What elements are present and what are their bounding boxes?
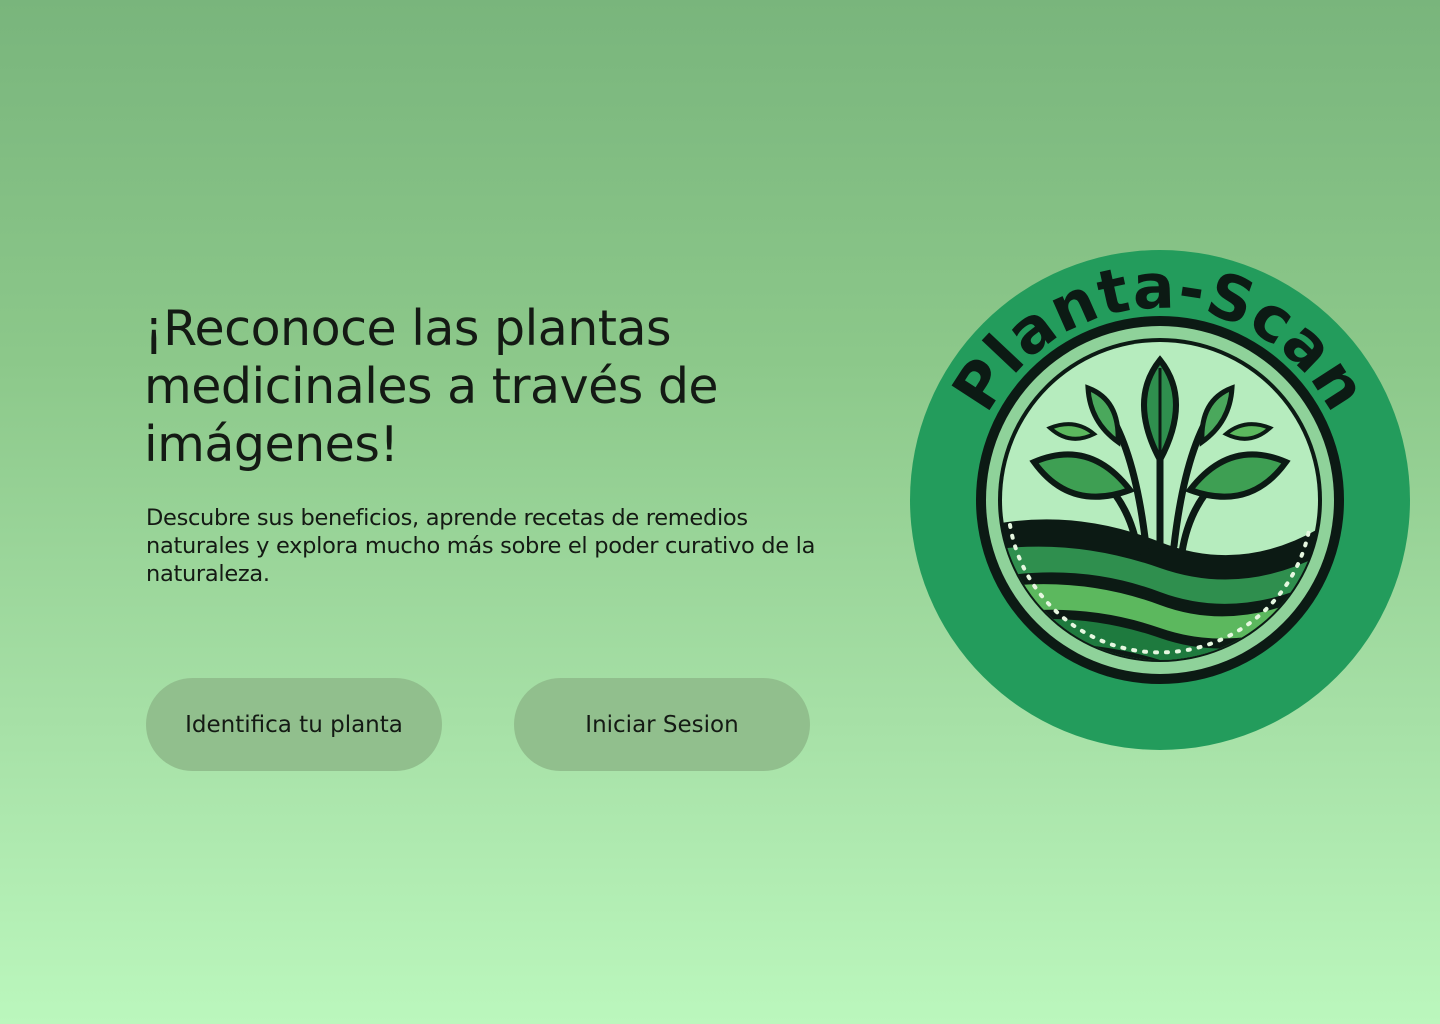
- sprout-logo-icon: Planta-Scan: [910, 250, 1410, 750]
- hero-description: Descubre sus beneficios, aprende recetas…: [146, 505, 816, 587]
- hero-section: ¡Reconoce las plantas medicinales a trav…: [144, 300, 864, 587]
- login-button[interactable]: Iniciar Sesion: [514, 678, 810, 771]
- planta-scan-logo: Planta-Scan: [910, 250, 1410, 750]
- hero-title: ¡Reconoce las plantas medicinales a trav…: [144, 300, 719, 473]
- identify-plant-button[interactable]: Identifica tu planta: [146, 678, 442, 771]
